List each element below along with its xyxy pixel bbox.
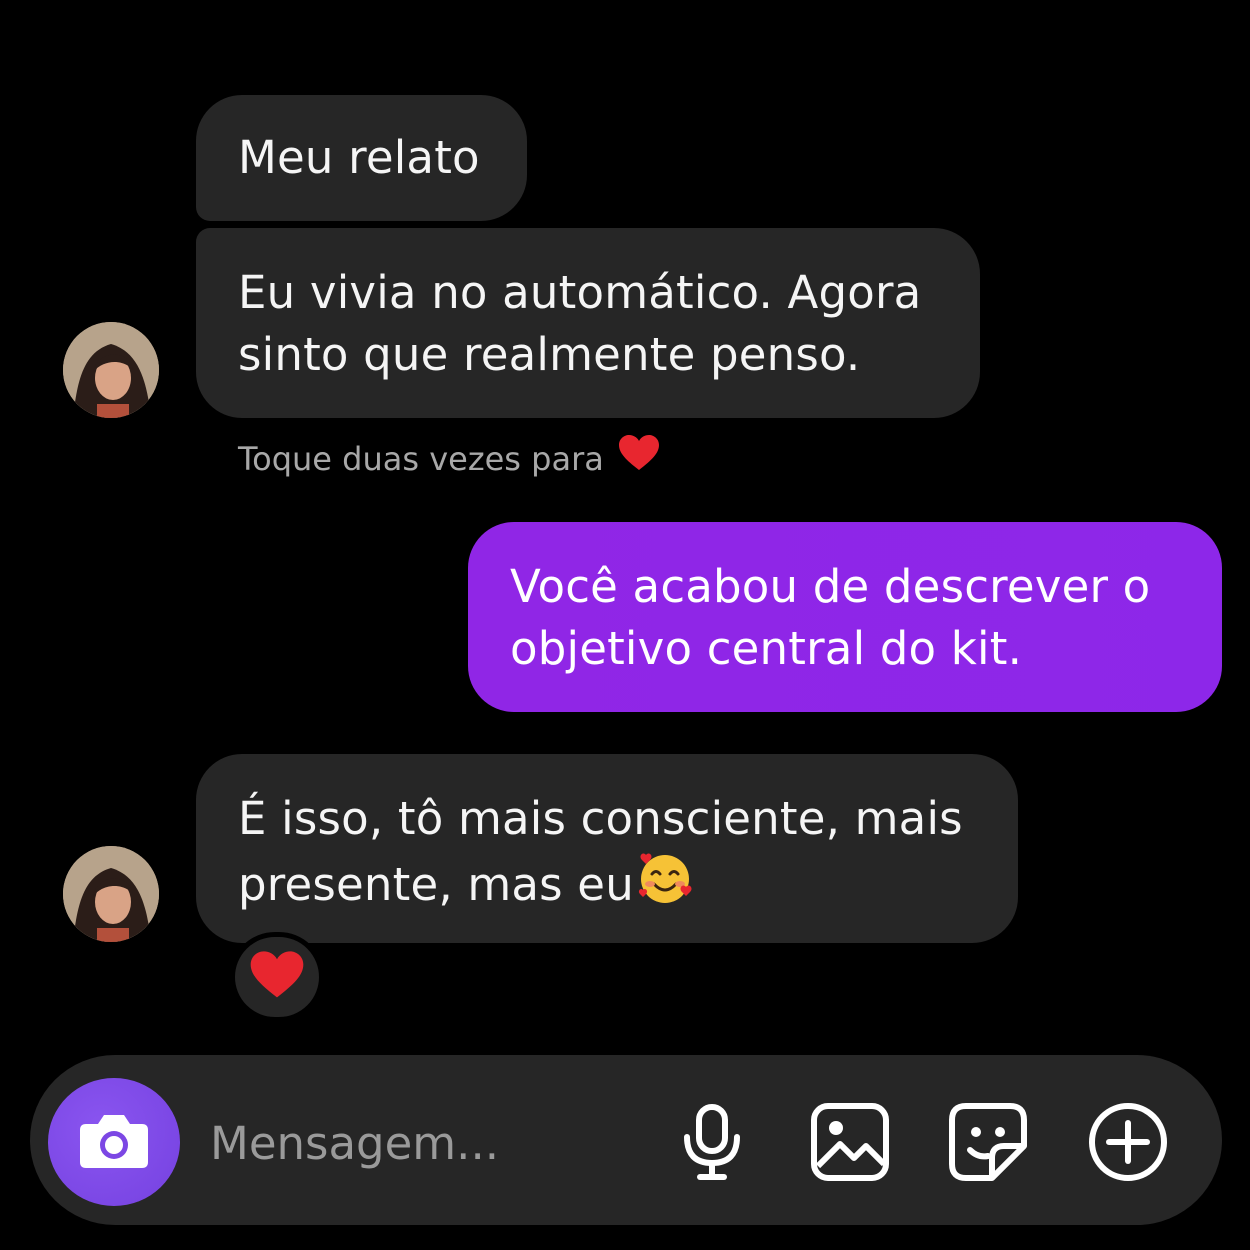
- message-bubble-incoming[interactable]: Meu relato: [196, 95, 527, 221]
- camera-button[interactable]: [48, 1078, 180, 1206]
- avatar[interactable]: [63, 846, 159, 942]
- gallery-icon: [810, 1102, 890, 1186]
- message-text: Eu vivia no automático. Agora sinto que …: [238, 266, 922, 381]
- message-text: Meu relato: [238, 131, 480, 184]
- sticker-icon: [948, 1102, 1028, 1186]
- avatar[interactable]: [63, 322, 159, 418]
- message-text: Você acabou de descrever o objetivo cent…: [510, 560, 1151, 675]
- message-input[interactable]: [210, 1108, 650, 1178]
- sticker-button[interactable]: [946, 1102, 1030, 1186]
- microphone-button[interactable]: [670, 1102, 754, 1186]
- plus-circle-icon: [1087, 1101, 1169, 1187]
- heart-icon: [618, 434, 660, 484]
- add-button[interactable]: [1086, 1102, 1170, 1186]
- message-reaction[interactable]: [230, 932, 324, 1022]
- message-bubble-incoming[interactable]: É isso, tô mais consciente, mais present…: [196, 754, 1018, 943]
- microphone-icon: [680, 1103, 744, 1185]
- gallery-button[interactable]: [808, 1102, 892, 1186]
- double-tap-hint: Toque duas vezes para: [238, 434, 660, 484]
- camera-icon: [78, 1110, 150, 1174]
- message-text: É isso, tô mais consciente, mais present…: [238, 792, 963, 911]
- message-bubble-outgoing[interactable]: Você acabou de descrever o objetivo cent…: [468, 522, 1222, 712]
- smiling-face-with-hearts-icon: [636, 850, 694, 924]
- hint-text: Toque duas vezes para: [238, 440, 604, 478]
- message-bubble-incoming[interactable]: Eu vivia no automático. Agora sinto que …: [196, 228, 980, 418]
- heart-icon: [249, 950, 305, 1004]
